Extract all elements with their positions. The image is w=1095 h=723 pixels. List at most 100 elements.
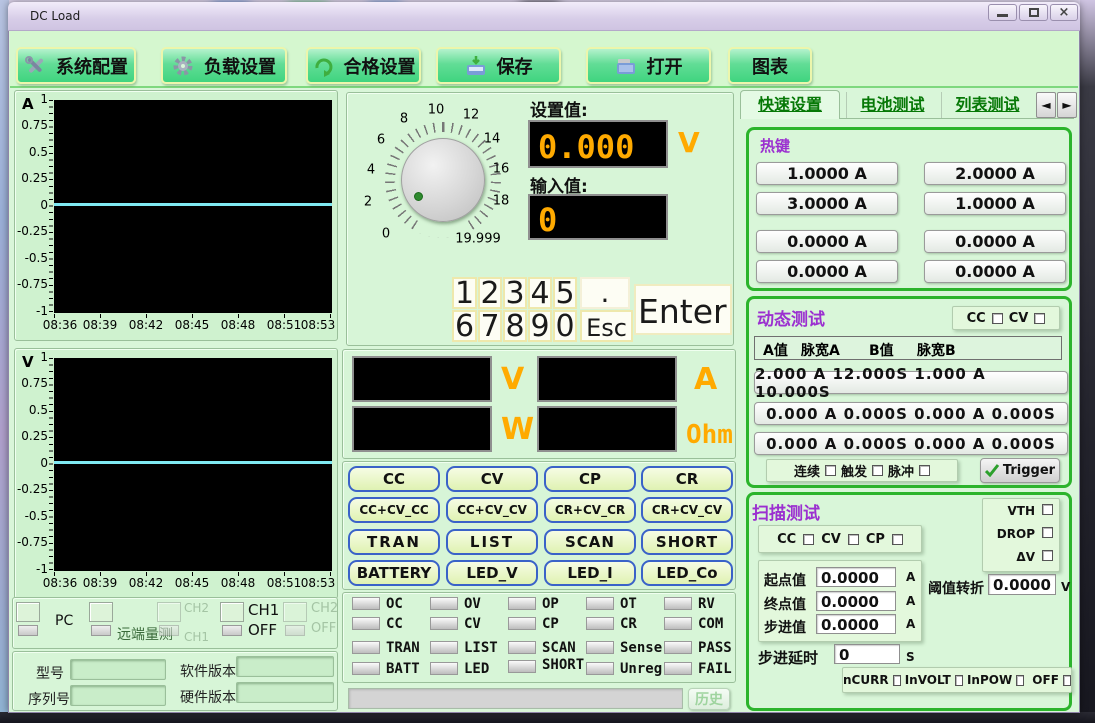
tab-battery-test[interactable]: 电池测试 [846, 92, 938, 118]
pulse-checkbox[interactable] [919, 465, 930, 476]
step-delay-field[interactable]: 0 [834, 644, 900, 664]
mode-button-led-co[interactable]: LED_Co [641, 560, 733, 586]
mode-button-cr-cv-cr[interactable]: CR+CV_CR [544, 497, 636, 523]
end-value-field[interactable]: 0.0000 [816, 591, 896, 611]
pc-switch[interactable] [16, 602, 40, 622]
continuous-checkbox[interactable] [825, 465, 836, 476]
mode-button-cv[interactable]: CV [446, 466, 538, 492]
setpoint-display: 0.000 [528, 120, 668, 168]
mode-button-tran[interactable]: TRAN [348, 529, 440, 555]
chart-button[interactable]: 图表 [728, 47, 812, 84]
inpow-label: InPOW [967, 673, 1012, 687]
keypad-dot[interactable]: . [580, 277, 630, 309]
hotkey-button-2[interactable]: 2.0000 A [924, 162, 1066, 185]
end-value-label: 终点值 [764, 594, 806, 614]
involt-checkbox[interactable] [955, 675, 963, 686]
mode-button-cp[interactable]: CP [544, 466, 636, 492]
mode-button-led-i[interactable]: LED_I [544, 560, 636, 586]
knob-scale-label: 10 [428, 103, 445, 118]
save-button[interactable]: 保存 [436, 47, 561, 84]
trigger-button[interactable]: Trigger [980, 458, 1060, 483]
system-config-button[interactable]: 系统配置 [16, 47, 136, 84]
history-button[interactable]: 历史 [688, 688, 730, 710]
mode-button-cc-cv-cv[interactable]: CC+CV_CV [446, 497, 538, 523]
dynamic-cc-checkbox[interactable] [992, 313, 1003, 324]
tab-list-test[interactable]: 列表测试 [941, 92, 1033, 118]
hotkey-button-7[interactable]: 0.0000 A [756, 260, 898, 283]
dynamic-row-button-3[interactable]: 0.000 A 0.000S 0.000 A 0.000S [754, 432, 1068, 455]
off-checkbox[interactable] [1063, 675, 1071, 686]
close-button[interactable]: × [1050, 4, 1078, 21]
mode-button-battery[interactable]: BATTERY [348, 560, 440, 586]
scan-cp-checkbox[interactable] [892, 534, 903, 545]
threshold-turn-field[interactable]: 0.0000 [988, 574, 1056, 595]
dynamic-row-button-2[interactable]: 0.000 A 0.000S 0.000 A 0.000S [754, 402, 1068, 425]
mode-button-led-v[interactable]: LED_V [446, 560, 538, 586]
tab-quick-settings[interactable]: 快速设置 [740, 90, 840, 119]
keypad-9[interactable]: 9 [528, 310, 552, 342]
keypad-0[interactable]: 0 [553, 310, 577, 342]
desktop-right-sliver [1080, 0, 1095, 723]
keypad-enter[interactable]: Enter [634, 284, 732, 335]
dynamic-row-button-1[interactable]: 2.000 A 12.000S 1.000 A 10.000S [754, 371, 1068, 394]
gear-icon [172, 55, 194, 77]
step-value-unit: A [906, 617, 915, 631]
ch1-power-switch[interactable] [220, 602, 244, 622]
titlebar[interactable] [8, 2, 1080, 31]
maximize-button[interactable] [1019, 4, 1048, 21]
remote-sense-switch[interactable] [89, 602, 113, 622]
mode-button-cc[interactable]: CC [348, 466, 440, 492]
hotkey-button-6[interactable]: 0.0000 A [924, 230, 1066, 253]
dynamic-cv-checkbox[interactable] [1034, 313, 1045, 324]
scan-end-strip: nCURR InVOLT InPOW OFF [842, 667, 1072, 693]
step-value-field[interactable]: 0.0000 [816, 614, 896, 634]
load-settings-button[interactable]: 负载设置 [161, 47, 287, 84]
keypad-6[interactable]: 6 [452, 310, 477, 342]
hotkey-button-8[interactable]: 0.0000 A [924, 260, 1066, 283]
hotkey-button-3[interactable]: 3.0000 A [756, 192, 898, 215]
keypad-8[interactable]: 8 [503, 310, 527, 342]
led-cv [430, 617, 458, 630]
keypad-5[interactable]: 5 [553, 277, 577, 309]
mode-button-cc-cv-cc[interactable]: CC+CV_CC [348, 497, 440, 523]
keypad-7[interactable]: 7 [478, 310, 502, 342]
tab-scroll-left-button[interactable]: ◄ [1036, 92, 1056, 118]
y-axis-ticks [49, 358, 53, 571]
mode-button-cr-cv-cv[interactable]: CR+CV_CV [641, 497, 733, 523]
mode-button-scan[interactable]: SCAN [544, 529, 636, 555]
pc-switch-bottom[interactable] [18, 625, 38, 636]
minimize-button[interactable] [988, 4, 1017, 21]
vth-checkbox[interactable] [1042, 504, 1053, 515]
keypad-4[interactable]: 4 [528, 277, 552, 309]
ch1-power-switch-bottom[interactable] [222, 625, 242, 636]
scan-cv-checkbox[interactable] [848, 534, 859, 545]
tab-scroll-right-button[interactable]: ► [1057, 92, 1077, 118]
ncurr-checkbox[interactable] [893, 675, 901, 686]
delta-v-checkbox[interactable] [1042, 550, 1053, 561]
led-label: Sense [620, 640, 662, 656]
current-plot-area [54, 100, 332, 313]
remote-sense-switch-bottom[interactable] [91, 625, 111, 636]
knob-scale-label: 16 [493, 162, 510, 177]
y-tick: 0.75 [14, 118, 48, 132]
keypad-2[interactable]: 2 [478, 277, 502, 309]
mode-button-short[interactable]: SHORT [641, 529, 733, 555]
keypad-3[interactable]: 3 [503, 277, 527, 309]
hotkey-button-5[interactable]: 0.0000 A [756, 230, 898, 253]
start-value-field[interactable]: 0.0000 [816, 567, 896, 587]
mode-button-list[interactable]: LIST [446, 529, 538, 555]
hotkey-button-4[interactable]: 1.0000 A [924, 192, 1066, 215]
dynamic-header-b: B值 [869, 340, 894, 360]
open-button[interactable]: 打开 [586, 47, 711, 84]
knob[interactable] [401, 138, 485, 222]
keypad-esc[interactable]: Esc [580, 310, 633, 342]
inpow-checkbox[interactable] [1016, 675, 1024, 686]
trigger-checkbox[interactable] [872, 465, 883, 476]
mode-button-cr[interactable]: CR [641, 466, 733, 492]
resistance-meter-display [537, 406, 677, 452]
drop-checkbox[interactable] [1042, 527, 1053, 538]
pass-settings-button[interactable]: 合格设置 [306, 47, 421, 84]
hotkey-button-1[interactable]: 1.0000 A [756, 162, 898, 185]
keypad-1[interactable]: 1 [452, 277, 477, 309]
scan-cc-checkbox[interactable] [803, 534, 814, 545]
